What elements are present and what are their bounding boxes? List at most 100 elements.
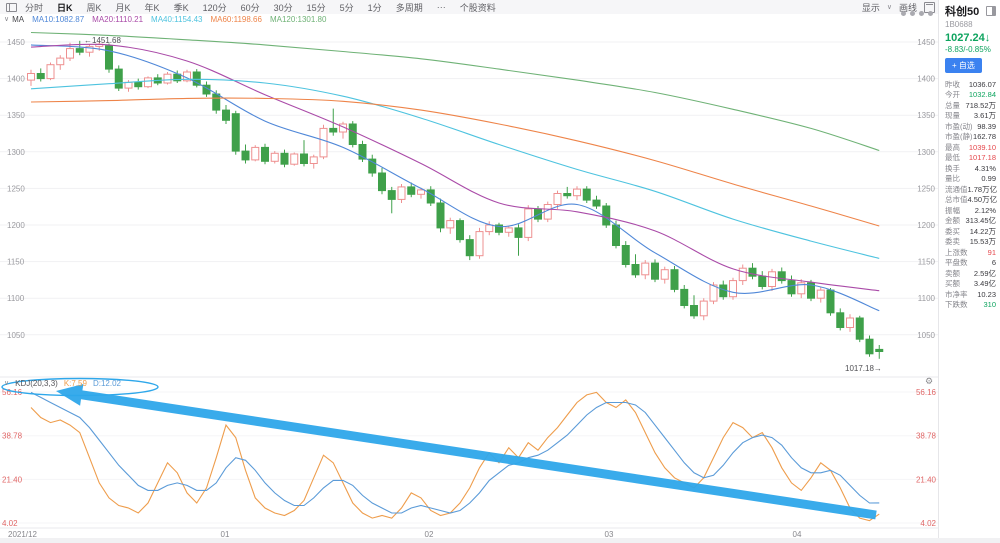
candles <box>28 41 883 359</box>
quote-stat-row: 市盈(静)162.78 <box>939 132 1000 143</box>
svg-text:1100: 1100 <box>918 294 936 303</box>
chevron-down-icon[interactable]: ∨ <box>4 380 9 387</box>
stat-label: 振幅 <box>945 205 960 216</box>
kdj-k-line <box>31 392 879 520</box>
svg-text:1450: 1450 <box>917 38 935 47</box>
chevron-down-icon[interactable]: ∨ <box>887 4 892 11</box>
tab-15分[interactable]: 15分 <box>307 1 326 14</box>
tab-月K[interactable]: 月K <box>116 1 131 14</box>
tab-5分[interactable]: 5分 <box>340 1 354 14</box>
svg-text:1250: 1250 <box>7 184 25 193</box>
stat-label: 现量 <box>945 110 960 121</box>
quote-stat-row: 流通值1.78万亿 <box>939 184 1000 195</box>
quote-stat-row: 委卖15.53万 <box>939 237 1000 248</box>
tab-30分[interactable]: 30分 <box>274 1 293 14</box>
tab-分时[interactable]: 分时 <box>25 1 43 14</box>
quote-stat-row: 现量3.61万 <box>939 111 1000 122</box>
stat-value: 1.78万亿 <box>968 184 998 195</box>
stat-label: 总市值 <box>945 194 968 205</box>
stat-value: 98.39 <box>977 122 996 131</box>
stat-label: 最低 <box>945 152 960 163</box>
chart-dot-button[interactable] <box>928 11 933 16</box>
quote-stat-row: 最低1017.18 <box>939 153 1000 164</box>
svg-text:38.78: 38.78 <box>2 432 23 441</box>
tab-日K[interactable]: 日K <box>57 1 73 14</box>
stat-value: 3.49亿 <box>974 278 996 289</box>
kdj-d-value: D:12.02 <box>93 379 121 388</box>
svg-text:1200: 1200 <box>7 221 25 230</box>
tab-···[interactable]: ··· <box>437 2 446 12</box>
stat-value: 4.31% <box>975 164 996 173</box>
svg-text:1400: 1400 <box>917 75 935 84</box>
stat-value: 162.78 <box>973 132 996 141</box>
svg-text:1300: 1300 <box>917 148 935 157</box>
tab-1分[interactable]: 1分 <box>368 1 382 14</box>
quote-stat-row: 最高1039.10 <box>939 142 1000 153</box>
quote-stat-row: 昨收1036.07 <box>939 79 1000 90</box>
last-price: 1027.24↓ <box>945 32 996 44</box>
svg-text:1150: 1150 <box>7 258 25 267</box>
price-change: -8.83/-0.85% <box>945 45 996 54</box>
stat-label: 下跌数 <box>945 299 968 310</box>
kdj-title[interactable]: KDJ(20,3,3) <box>15 379 58 388</box>
gear-icon[interactable]: ⚙ <box>925 377 933 386</box>
collapse-sidebar-icon[interactable] <box>986 6 996 16</box>
stat-value: 2.59亿 <box>974 268 996 279</box>
chart-dot-button[interactable] <box>919 11 924 16</box>
chart-canvas[interactable]: 1450145014001400135013501300130012501250… <box>0 0 938 543</box>
ma-indicator-bar: ∨ MA MA10:1082.87MA20:1110.21MA40:1154.4… <box>0 14 942 24</box>
ma-group-label: MA <box>12 15 24 24</box>
svg-text:21.40: 21.40 <box>916 475 937 484</box>
ma-group-toggle[interactable]: ∨ MA <box>4 15 24 24</box>
quote-stat-row: 平盘数6 <box>939 258 1000 269</box>
bottom-strip <box>0 538 1000 543</box>
stat-value: 0.99 <box>981 174 996 183</box>
add-watchlist-button[interactable]: + 自选 <box>945 58 982 73</box>
tab-120分[interactable]: 120分 <box>203 1 227 14</box>
tab-季K[interactable]: 季K <box>174 1 189 14</box>
stat-label: 市盈(动) <box>945 121 973 132</box>
ma40-line <box>31 79 879 258</box>
tab-个股资料[interactable]: 个股资料 <box>460 1 496 14</box>
layout-panel-icon[interactable] <box>6 3 17 12</box>
tab-年K[interactable]: 年K <box>145 1 160 14</box>
stat-label: 量比 <box>945 173 960 184</box>
display-menu[interactable]: 显示 <box>862 1 880 14</box>
svg-text:56.16: 56.16 <box>916 388 937 397</box>
kdj-header: ∨ KDJ(20,3,3) K:7.59 D:12.02 <box>4 379 121 388</box>
stat-label: 上涨数 <box>945 247 968 258</box>
stat-label: 总量 <box>945 100 960 111</box>
stat-label: 最高 <box>945 142 960 153</box>
chart-control-dots <box>901 11 933 16</box>
stat-value: 6 <box>992 258 996 267</box>
svg-text:1150: 1150 <box>918 258 936 267</box>
quote-stat-row: 买额 3.49亿 <box>939 279 1000 290</box>
svg-text:1050: 1050 <box>917 331 935 340</box>
stat-value: 718.52万 <box>966 100 996 111</box>
annotation-arrow[interactable] <box>56 384 877 519</box>
tab-多周期[interactable]: 多周期 <box>396 1 423 14</box>
stat-label: 委买 <box>945 226 960 237</box>
ma120-line <box>31 33 879 151</box>
kdj-k-value: K:7.59 <box>64 379 87 388</box>
tab-60分[interactable]: 60分 <box>241 1 260 14</box>
quote-stat-row: 市净率10.23 <box>939 289 1000 300</box>
quote-sidebar: 科创50 1B0688 1027.24↓ -8.83/-0.85% + 自选 昨… <box>938 0 1000 543</box>
svg-text:1350: 1350 <box>917 111 935 120</box>
svg-text:1100: 1100 <box>7 294 25 303</box>
stock-code: 1B0688 <box>945 20 996 29</box>
chart-dot-button[interactable] <box>910 11 915 16</box>
svg-text:1050: 1050 <box>7 331 25 340</box>
svg-text:1300: 1300 <box>7 148 25 157</box>
stat-label: 昨收 <box>945 79 960 90</box>
stat-label: 市净率 <box>945 289 968 300</box>
svg-text:21.40: 21.40 <box>2 475 23 484</box>
high-price-label: ←1451.68 <box>84 36 121 45</box>
chevron-down-icon: ∨ <box>4 16 9 23</box>
stat-label: 买额 <box>945 278 960 289</box>
chart-dot-button[interactable] <box>901 11 906 16</box>
stat-label: 卖额 <box>945 268 960 279</box>
stat-label: 今开 <box>945 89 960 100</box>
stat-value: 15.53万 <box>970 236 996 247</box>
tab-周K[interactable]: 周K <box>87 1 102 14</box>
